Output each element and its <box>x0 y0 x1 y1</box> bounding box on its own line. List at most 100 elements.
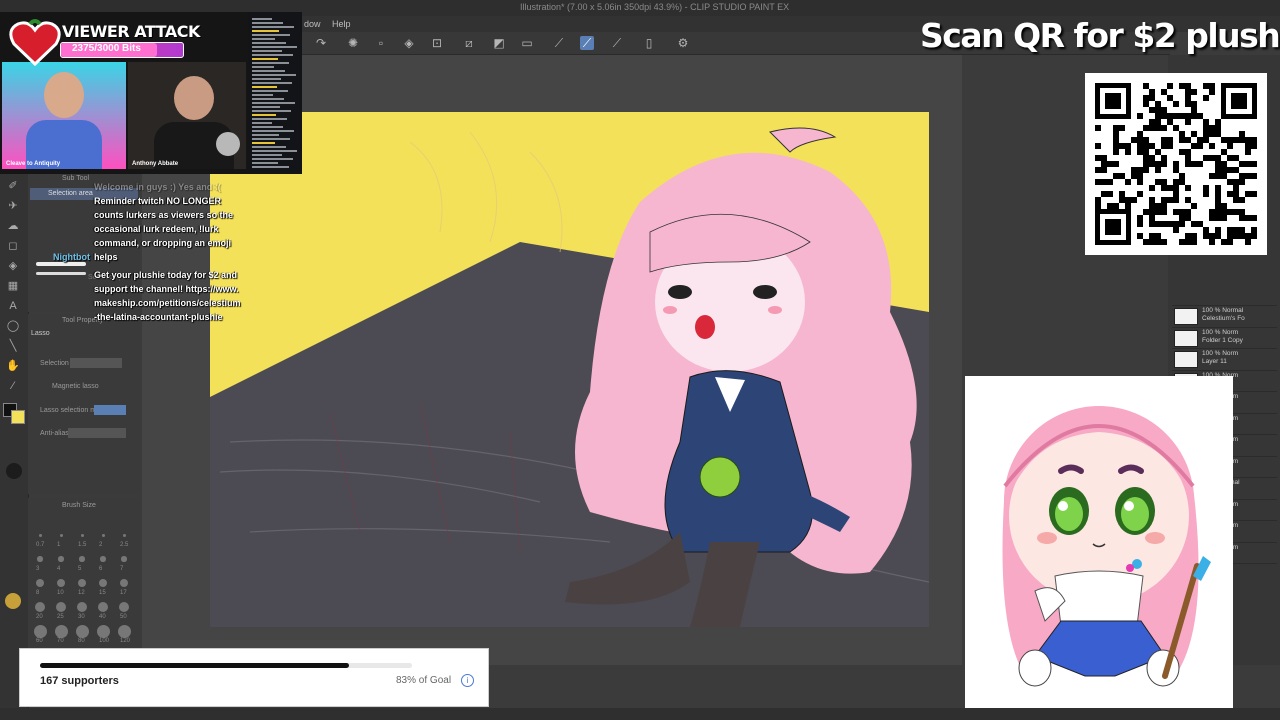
qr-module <box>1173 209 1179 215</box>
deselect-icon[interactable]: ▭ <box>520 36 534 50</box>
brush-size-dot[interactable] <box>76 601 88 613</box>
qr-module <box>1185 161 1191 167</box>
layer-row[interactable]: 100 % Norm Folder 1 Copy <box>1172 326 1277 348</box>
qr-module <box>1143 239 1149 245</box>
device-icon[interactable]: ▯ <box>642 36 656 50</box>
gradient-tool-icon[interactable]: ▦ <box>5 279 21 293</box>
goal-progress-fill <box>40 663 349 668</box>
clear-icon[interactable]: ▫ <box>374 36 388 50</box>
brush-size-dot[interactable] <box>120 579 128 587</box>
brush-size-dot[interactable] <box>99 579 107 587</box>
hand-tool-icon[interactable]: ✋ <box>5 359 21 373</box>
info-icon[interactable]: i <box>461 674 474 687</box>
qr-module <box>1239 209 1245 215</box>
qr-module <box>1155 113 1161 119</box>
canvas-artwork[interactable] <box>210 112 929 627</box>
brush-size-dot[interactable] <box>79 556 85 562</box>
airbrush-tool-icon[interactable]: ✈ <box>5 199 21 213</box>
qr-module <box>1155 161 1161 167</box>
brush-size-dot[interactable] <box>80 533 84 537</box>
qr-module <box>1155 119 1161 125</box>
webcam-left: Cleave to Antiquity <box>2 62 126 169</box>
layer-row[interactable]: 100 % Normal Celestium's Fo <box>1172 305 1277 326</box>
eraser-tool-icon[interactable]: ◻ <box>5 239 21 253</box>
qr-module <box>1233 227 1239 233</box>
brush-size-dot[interactable] <box>117 624 131 638</box>
qr-module <box>1101 161 1107 167</box>
qr-module <box>1113 173 1119 179</box>
brush-size-dot[interactable] <box>36 579 44 587</box>
qr-module <box>1239 131 1245 137</box>
brush-size-dot[interactable] <box>78 579 86 587</box>
snap-ruler-icon[interactable]: ⟋ <box>552 36 566 50</box>
qr-module <box>1251 233 1257 239</box>
brush-size-dot[interactable] <box>58 556 64 562</box>
brush-size-dot[interactable] <box>55 601 67 613</box>
redo-icon[interactable]: ↷ <box>314 36 328 50</box>
qr-module <box>1251 215 1257 221</box>
loading-icon[interactable]: ✺ <box>346 36 360 50</box>
blend-tool-icon[interactable]: ☁ <box>5 219 21 233</box>
qr-module <box>1221 203 1227 209</box>
fill-icon[interactable]: ◈ <box>402 36 416 50</box>
qr-module <box>1125 197 1131 203</box>
snap-special-icon[interactable]: ⟋ <box>580 36 594 50</box>
brush-size-dot[interactable] <box>100 556 106 562</box>
crop-icon[interactable]: ⊡ <box>430 36 444 50</box>
settings-icon[interactable]: ⚙ <box>676 36 690 50</box>
text-tool-icon[interactable]: A <box>5 299 21 313</box>
menu-window[interactable]: dow <box>304 19 321 29</box>
qr-module <box>1245 149 1251 155</box>
snap-grid-icon[interactable]: ⟋ <box>610 36 624 50</box>
qr-module <box>1251 173 1257 179</box>
brush-size-dot[interactable] <box>121 556 127 562</box>
qr-module <box>1215 161 1221 167</box>
brush-size-dot[interactable] <box>59 533 63 537</box>
brush-size-dot[interactable] <box>33 624 47 638</box>
marker-tool-icon[interactable]: ✐ <box>5 179 21 193</box>
qr-module <box>1185 209 1191 215</box>
ruler-tool-icon[interactable]: ╲ <box>5 339 21 353</box>
menu-help[interactable]: Help <box>332 19 351 29</box>
transform-icon[interactable]: ⧄ <box>462 36 476 50</box>
qr-module <box>1197 113 1203 119</box>
sub-color-swatch[interactable] <box>11 410 25 424</box>
qr-module <box>1107 161 1113 167</box>
anti-alias-buttons[interactable] <box>68 428 126 438</box>
brush-size-dot[interactable] <box>122 533 126 537</box>
fill-tool-icon[interactable]: ◈ <box>5 259 21 273</box>
qr-module <box>1095 197 1101 203</box>
qr-module <box>1149 215 1155 221</box>
qr-module <box>1173 221 1179 227</box>
magnetic-lasso-option[interactable]: Magnetic lasso <box>52 383 99 390</box>
hide-selection-icon[interactable]: ◩ <box>492 36 506 50</box>
qr-module <box>1155 179 1161 185</box>
lasso-mode-buttons[interactable] <box>94 405 126 415</box>
selection-mode-buttons[interactable] <box>70 358 122 368</box>
layer-name: Folder 1 Copy <box>1202 336 1243 344</box>
qr-module <box>1227 233 1233 239</box>
color-dot[interactable] <box>5 593 21 609</box>
qr-module <box>1185 89 1191 95</box>
layer-row[interactable]: 100 % Norm Layer 11 <box>1172 348 1277 369</box>
brush-size-dot[interactable] <box>34 601 46 613</box>
brush-size-dot[interactable] <box>118 601 130 613</box>
qr-code[interactable] <box>1085 73 1267 255</box>
brush-size-dot[interactable] <box>37 556 43 562</box>
color-wheel-icon[interactable] <box>6 463 22 479</box>
mini-chat-line <box>252 62 289 64</box>
brush-size-dot[interactable] <box>97 601 109 613</box>
brush-size-dot[interactable] <box>101 533 105 537</box>
balloon-tool-icon[interactable]: ◯ <box>5 319 21 333</box>
qr-module <box>1167 143 1173 149</box>
layer-thumbnail <box>1174 351 1198 368</box>
brush-size-dot[interactable] <box>38 533 42 537</box>
brush-size-dot[interactable] <box>75 624 89 638</box>
qr-module <box>1233 233 1239 239</box>
qr-module <box>1215 203 1221 209</box>
brush-size-dot[interactable] <box>57 579 65 587</box>
brush-size-dot[interactable] <box>96 624 110 638</box>
eyedropper-tool-icon[interactable]: ⁄ <box>5 379 21 393</box>
qr-module <box>1191 233 1197 239</box>
brush-size-dot[interactable] <box>54 624 68 638</box>
